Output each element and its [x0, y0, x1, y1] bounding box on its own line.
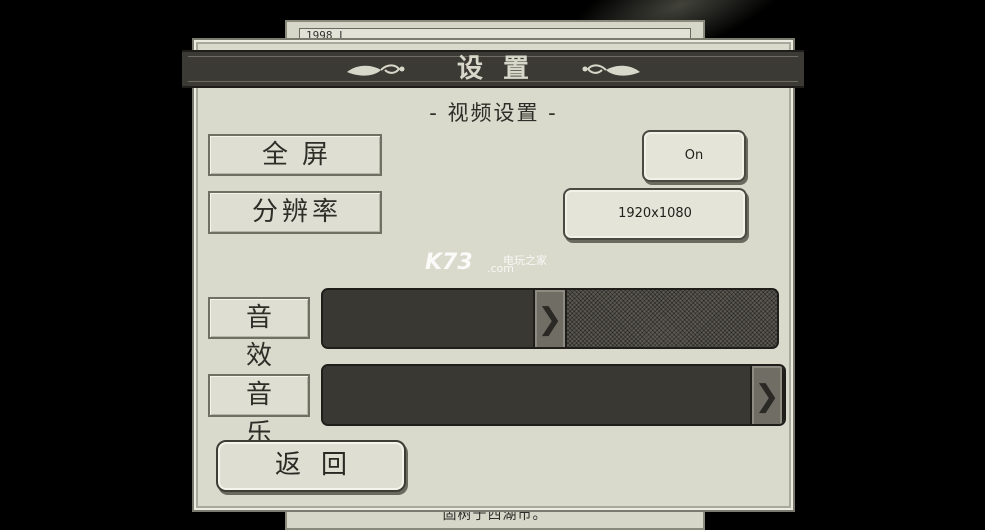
double-chevron-right-icon[interactable]: ❯	[533, 290, 567, 347]
leaf-ornament-icon	[582, 64, 640, 76]
sfx-slider-fill	[323, 290, 550, 347]
resolution-label: 分辨率	[208, 191, 382, 234]
music-volume-slider[interactable]: ❯	[321, 364, 786, 426]
dialog-title-bar: 设置	[182, 50, 804, 88]
dialog-title: 设置	[456, 54, 549, 84]
resolution-select-button[interactable]: 1920x1080	[563, 188, 747, 240]
fullscreen-label: 全屏	[208, 134, 382, 176]
video-settings-heading: - 视频设置 -	[429, 101, 558, 125]
double-chevron-right-icon[interactable]: ❯	[750, 366, 784, 424]
back-button[interactable]: 返回	[216, 440, 406, 492]
music-label: 音乐	[208, 374, 310, 449]
fullscreen-toggle-button[interactable]: On	[642, 130, 746, 182]
sfx-slider-remaining	[550, 290, 777, 347]
watermark-logo: K73 电玩之家 .com	[425, 250, 547, 275]
music-slider-fill	[323, 366, 767, 424]
sfx-volume-slider[interactable]: ❯	[321, 288, 779, 349]
sfx-label: 音效	[208, 297, 310, 371]
